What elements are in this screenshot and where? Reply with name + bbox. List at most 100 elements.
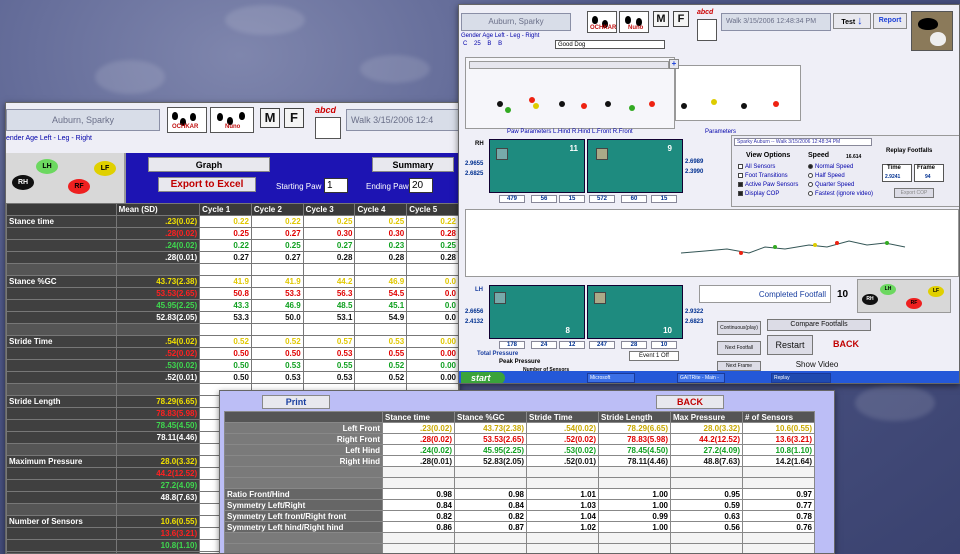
- summary-cell[interactable]: .54(0.02): [526, 422, 599, 434]
- data-cell[interactable]: 0.52: [199, 335, 252, 348]
- male-button[interactable]: M: [653, 11, 669, 27]
- ratio-cell[interactable]: 0.97: [742, 488, 815, 500]
- data-cell[interactable]: 0.00: [406, 359, 459, 372]
- radio-button[interactable]: [808, 164, 813, 169]
- data-cell[interactable]: 0.25: [354, 215, 408, 228]
- data-cell[interactable]: 0.25: [250, 239, 304, 252]
- scroll-plus-button[interactable]: +: [669, 59, 679, 69]
- data-cell[interactable]: [115, 443, 201, 456]
- summary-cell[interactable]: 53.53(2.65): [454, 433, 527, 445]
- data-cell[interactable]: [302, 323, 356, 336]
- radio-button[interactable]: [808, 173, 813, 178]
- checkbox[interactable]: [738, 191, 743, 196]
- data-cell[interactable]: 50.8: [199, 287, 252, 300]
- ending-paw-input[interactable]: 20: [409, 178, 433, 193]
- speed-option[interactable]: Half Speed: [808, 173, 845, 179]
- data-cell[interactable]: 0.28: [406, 251, 459, 264]
- speed-option[interactable]: Normal Speed: [808, 164, 853, 170]
- summary-cell[interactable]: .28(0.01): [382, 455, 455, 467]
- export-excel-button[interactable]: Export to Excel: [158, 177, 256, 192]
- data-cell[interactable]: 0.28: [406, 227, 459, 240]
- data-cell[interactable]: [115, 383, 201, 396]
- data-cell[interactable]: 0.55: [354, 347, 408, 360]
- summary-cell[interactable]: .52(0.02): [526, 433, 599, 445]
- checkbox[interactable]: [738, 173, 743, 178]
- data-cell[interactable]: 0.22: [199, 239, 252, 252]
- ratio-cell[interactable]: 0.87: [454, 521, 527, 533]
- ratio-cell[interactable]: 0.82: [454, 510, 527, 522]
- radio-button[interactable]: [808, 191, 813, 196]
- summary-cell[interactable]: .53(0.02): [526, 444, 599, 456]
- ratio-cell[interactable]: 0.63: [670, 510, 743, 522]
- data-cell[interactable]: [115, 503, 201, 516]
- data-cell[interactable]: [406, 263, 459, 276]
- summary-cell[interactable]: 45.95(2.25): [454, 444, 527, 456]
- data-cell[interactable]: 78.11(4.46): [115, 431, 201, 444]
- ratio-cell[interactable]: 1.00: [598, 521, 671, 533]
- ratio-cell[interactable]: 0.82: [382, 510, 455, 522]
- data-cell[interactable]: 0.27: [199, 251, 252, 264]
- data-cell[interactable]: 0.30: [302, 227, 356, 240]
- data-cell[interactable]: 0.52: [354, 371, 408, 384]
- task-gaitrite[interactable]: GAITRite - Main - Wel: [677, 373, 725, 383]
- data-cell[interactable]: 0.00: [406, 335, 459, 348]
- view-option[interactable]: Display COP: [738, 191, 779, 197]
- ratio-cell[interactable]: 1.04: [526, 510, 599, 522]
- data-cell[interactable]: 0.30: [354, 227, 408, 240]
- data-cell[interactable]: 0.52: [250, 335, 304, 348]
- summary-cell[interactable]: 13.6(3.21): [742, 433, 815, 445]
- ratio-cell[interactable]: 0.56: [670, 521, 743, 533]
- data-cell[interactable]: 0.25: [302, 215, 356, 228]
- data-cell[interactable]: 48.5: [302, 299, 356, 312]
- ratio-cell[interactable]: 0.78: [742, 510, 815, 522]
- data-cell[interactable]: 0.55: [302, 359, 356, 372]
- summary-cell[interactable]: 14.2(1.64): [742, 455, 815, 467]
- gender-value[interactable]: C: [463, 41, 467, 47]
- summary-cell[interactable]: 48.8(7.63): [670, 455, 743, 467]
- ratio-cell[interactable]: 1.01: [526, 488, 599, 500]
- data-cell[interactable]: 0.27: [250, 251, 304, 264]
- checkbox[interactable]: [738, 182, 743, 187]
- age-value[interactable]: 25: [474, 41, 481, 47]
- notes-box[interactable]: [315, 117, 341, 139]
- summary-cell[interactable]: 52.83(2.05): [454, 455, 527, 467]
- data-cell[interactable]: 10.6(0.55): [115, 515, 201, 528]
- data-cell[interactable]: 0.22: [250, 215, 304, 228]
- data-cell[interactable]: 0.0: [406, 287, 459, 300]
- summary-cell[interactable]: 10.8(1.10): [742, 444, 815, 456]
- data-cell[interactable]: 0.53: [302, 371, 356, 384]
- data-cell[interactable]: 45.1: [354, 299, 408, 312]
- task-powerpoint[interactable]: Microsoft PowerPoint: [587, 373, 635, 383]
- data-cell[interactable]: [250, 263, 304, 276]
- data-cell[interactable]: 0.53: [250, 359, 304, 372]
- summary-button[interactable]: Summary: [372, 157, 454, 172]
- test-button[interactable]: Test ↓: [833, 13, 871, 29]
- data-cell[interactable]: 0.50: [250, 347, 304, 360]
- data-cell[interactable]: 0.25: [199, 227, 252, 240]
- dog-name-field[interactable]: Auburn, Sparky: [461, 13, 571, 31]
- ratio-cell[interactable]: 0.84: [454, 499, 527, 511]
- summary-cell[interactable]: .24(0.02): [382, 444, 455, 456]
- right-value[interactable]: B: [498, 41, 502, 47]
- view-option[interactable]: All Sensors: [738, 164, 775, 170]
- summary-cell[interactable]: 10.6(0.55): [742, 422, 815, 434]
- summary-cell[interactable]: .52(0.01): [526, 455, 599, 467]
- ratio-cell[interactable]: 0.98: [382, 488, 455, 500]
- data-cell[interactable]: 52.83(2.05): [115, 311, 201, 324]
- ratio-cell[interactable]: 0.77: [742, 499, 815, 511]
- data-cell[interactable]: 43.73(2.38): [115, 275, 201, 288]
- notes-field[interactable]: Good Dog: [555, 40, 665, 49]
- data-cell[interactable]: 0.0: [406, 311, 459, 324]
- start-button[interactable]: start: [461, 372, 505, 383]
- data-cell[interactable]: 0.22: [406, 215, 459, 228]
- task-replay[interactable]: Replay: [771, 373, 831, 383]
- ratio-cell[interactable]: 0.76: [742, 521, 815, 533]
- data-cell[interactable]: 56.3: [302, 287, 356, 300]
- data-cell[interactable]: 0.28: [302, 251, 356, 264]
- notes-box[interactable]: [697, 19, 717, 41]
- data-cell[interactable]: 78.83(5.98): [115, 407, 201, 420]
- summary-cell[interactable]: 28.0(3.32): [670, 422, 743, 434]
- ratio-cell[interactable]: 1.03: [526, 499, 599, 511]
- data-cell[interactable]: 78.29(6.65): [115, 395, 201, 408]
- data-cell[interactable]: .23(0.02): [115, 215, 201, 228]
